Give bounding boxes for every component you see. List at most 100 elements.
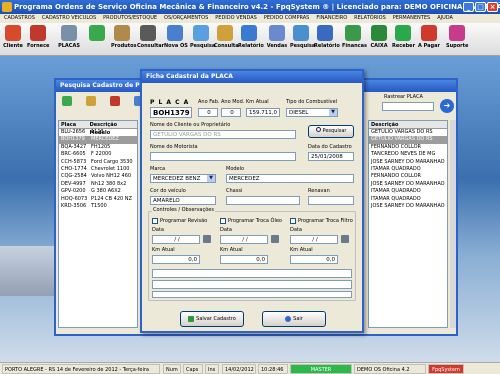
table-row[interactable]: ITAMAR QUADRADO	[369, 188, 447, 195]
filtro-data-label: Data	[290, 227, 302, 233]
toolbar-button-14[interactable]: CAIXA	[368, 25, 390, 49]
table-row[interactable]: ITAMAR QUADRADO	[369, 166, 447, 173]
table-row[interactable]: ITAMAR QUADRADO	[369, 196, 447, 203]
combustivel-select[interactable]: DIESEL ▼	[286, 108, 338, 117]
marca-select[interactable]: MERCEDEZ BENZ ▼	[150, 174, 216, 183]
table-row[interactable]: DEV-4997 Nh12 380 8x2	[59, 181, 137, 188]
table-row[interactable]: JOSE SARNEY DO MARANHAO	[369, 203, 447, 210]
truck-icon	[61, 25, 77, 41]
chassi-label: Chassi	[226, 188, 243, 194]
delete-icon[interactable]	[110, 96, 120, 106]
table-row[interactable]: CHO-1774 Chevrolet 1100	[59, 166, 137, 173]
table-row[interactable]: CQG-2584 Volvo NH12 460	[59, 173, 137, 180]
filtro-km-field[interactable]: 0,0	[290, 255, 338, 264]
filtro-data-field[interactable]: / /	[290, 235, 338, 244]
close-button[interactable]: ×	[487, 2, 498, 12]
oleo-data-field[interactable]: / /	[220, 235, 268, 244]
cor-field[interactable]: AMARELO	[150, 196, 216, 205]
table-row[interactable]: KRD-3506 T1500	[59, 203, 137, 210]
toolbar-button-3[interactable]	[86, 25, 108, 43]
renavan-field[interactable]	[308, 196, 354, 205]
menu-cadastro-veiculos[interactable]: CADASTRO VEICULOS	[42, 14, 96, 23]
chevron-down-icon[interactable]: ▼	[329, 109, 337, 116]
col-header-modelo[interactable]: Descrição Modelo	[90, 121, 137, 136]
toolbar-button-17[interactable]: Suporte	[446, 25, 468, 49]
col-header-descricao[interactable]: Descrição	[371, 121, 398, 128]
table-row[interactable]: BQA-3427 FH1205	[59, 144, 137, 151]
menu-cadastros[interactable]: CADASTROS	[4, 14, 35, 23]
menu-financeiro[interactable]: FINANCEIRO	[316, 14, 347, 23]
menu-permanentes[interactable]: PERMANENTES	[393, 14, 430, 23]
table-row[interactable]: JOSE SARNEY DO MARANHAO	[369, 159, 447, 166]
placa-field[interactable]: BOH1379	[150, 107, 192, 118]
table-row[interactable]: BOH1379 MERCEDEZ	[59, 136, 137, 144]
revisao-checkbox[interactable]	[152, 218, 158, 224]
obs-line-2[interactable]	[152, 280, 352, 289]
table-row[interactable]: GPV-0200 G 380 A6X2	[59, 188, 137, 195]
revisao-km-field[interactable]: 0,0	[152, 255, 200, 264]
col-header-placa[interactable]: Placa	[61, 121, 90, 128]
chassi-field[interactable]	[226, 196, 300, 205]
toolbar-button-9[interactable]: Relatório	[238, 25, 264, 49]
menu-produtos-estoque[interactable]: PRODUTOS/ESTOQUE	[103, 14, 157, 23]
oleo-km-field[interactable]: 0,0	[220, 255, 268, 264]
menu-relatorios[interactable]: RELATÓRIOS	[354, 14, 386, 23]
toolbar-button-2[interactable]: PLACAS	[58, 25, 80, 49]
toolbar-button-8[interactable]: Consulta	[214, 25, 239, 49]
menu-pedido-vendas[interactable]: PEDIDO VENDAS	[215, 14, 257, 23]
sair-button[interactable]: Sair	[262, 311, 326, 327]
rastrear-placa-input[interactable]	[382, 102, 434, 111]
toolbar-button-11[interactable]: Pesquisa	[290, 25, 315, 49]
edit-icon[interactable]	[86, 96, 96, 106]
toolbar-button-13[interactable]: Financas	[342, 25, 367, 49]
cliente-field[interactable]: GETULIO VARGAS DO RS	[150, 130, 296, 139]
table-row[interactable]: GETULIO VARGAS DO RS	[369, 136, 447, 144]
toolbar-button-12[interactable]: Relatório	[314, 25, 340, 49]
table-row[interactable]: FERNANDO COLLOR	[369, 173, 447, 180]
menu-ajuda[interactable]: AJUDA	[437, 14, 453, 23]
toolbar-button-16[interactable]: A Pagar	[418, 25, 440, 49]
km-atual-field[interactable]: 159.711,0	[246, 108, 280, 117]
obs-line-3[interactable]	[152, 291, 352, 298]
table-row[interactable]: BLU-2656 1113	[59, 129, 137, 136]
revisao-data-field[interactable]: / /	[152, 235, 200, 244]
calendar-icon[interactable]	[203, 235, 211, 243]
menu-pedido-compras[interactable]: PEDIDO COMPRAS	[264, 14, 310, 23]
status-location: PORTO ALEGRE - RS 14 de Fevereiro de 201…	[2, 364, 160, 374]
table-row[interactable]: JOSE SARNEY DO MARANHAO	[369, 181, 447, 188]
table-row[interactable]: FERNANDO COLLOR	[369, 144, 447, 151]
chevron-down-icon[interactable]: ▼	[207, 175, 215, 182]
table-row[interactable]: TANCREDO NEVES DE MG	[369, 151, 447, 158]
toolbar-button-7[interactable]: Pesquisa	[190, 25, 215, 49]
add-icon[interactable]	[62, 96, 72, 106]
go-arrow-icon[interactable]: ➔	[440, 99, 454, 113]
table-row[interactable]: GETULIO VARGAS DO RS	[369, 129, 447, 136]
table-row[interactable]: CCH-5873 Ford Cargo 3530	[59, 159, 137, 166]
filtro-checkbox[interactable]	[290, 218, 296, 224]
toolbar-button-0[interactable]: Cliente	[2, 25, 24, 49]
minimize-button[interactable]: _	[463, 2, 474, 12]
pesquisar-button[interactable]: Pesquisar	[308, 125, 354, 138]
toolbar-button-5[interactable]: Consultar	[137, 25, 164, 49]
toolbar-button-10[interactable]: Vendas	[266, 25, 288, 49]
ano-mod-field[interactable]: 0	[221, 108, 241, 117]
menu-os-orcamentos[interactable]: OS/ORÇAMENTOS	[164, 14, 208, 23]
calendar-icon[interactable]	[271, 235, 279, 243]
ano-fab-field[interactable]: 0	[198, 108, 218, 117]
data-cadastro-field[interactable]: 25/01/2008	[308, 152, 354, 161]
toolbar-button-6[interactable]: Nova OS	[164, 25, 188, 49]
toolbar-button-4[interactable]: Produtos	[111, 25, 137, 49]
status-num: Num	[163, 364, 181, 374]
scrollbar[interactable]	[450, 120, 456, 328]
calendar-icon[interactable]	[341, 235, 349, 243]
table-row[interactable]: BRC-6605 F 22000	[59, 151, 137, 158]
maximize-button[interactable]: □	[475, 2, 486, 12]
modelo-field[interactable]: MERCEDEZ	[226, 174, 354, 183]
motorista-field[interactable]	[150, 152, 296, 161]
table-row[interactable]: HOQ-6073 P124 CB 420 NZ	[59, 196, 137, 203]
obs-line-1[interactable]	[152, 269, 352, 278]
oleo-checkbox[interactable]	[220, 218, 226, 224]
toolbar-button-15[interactable]: Receber	[392, 25, 415, 49]
salvar-cadastro-button[interactable]: Salvar Cadastro	[180, 311, 244, 327]
toolbar-button-1[interactable]: Fornece	[27, 25, 49, 49]
